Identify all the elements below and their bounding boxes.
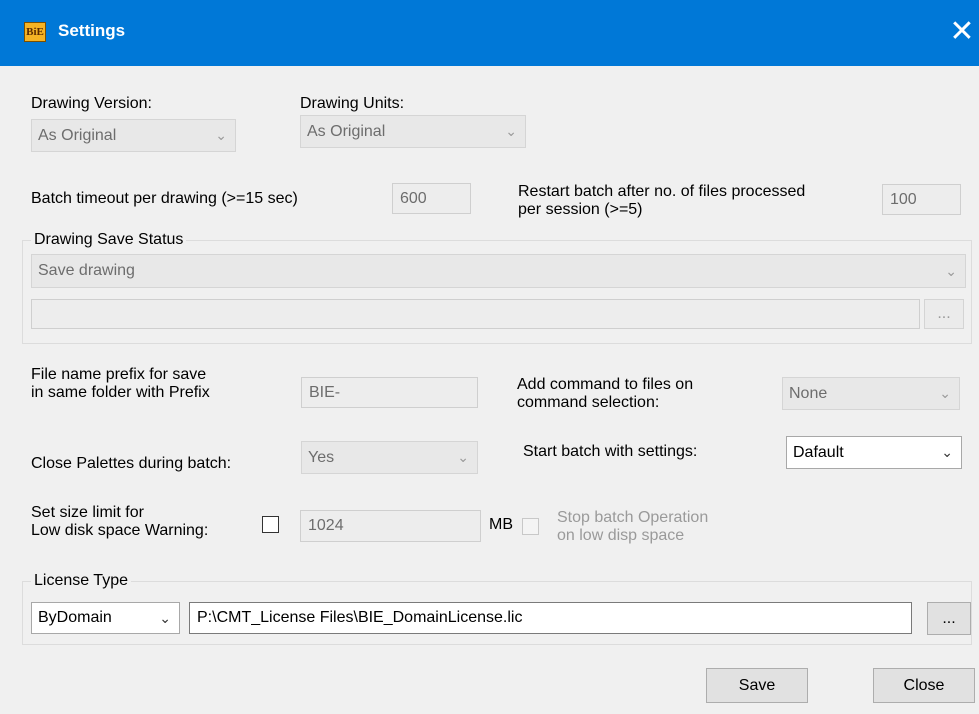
chevron-down-icon: ⌄ [457,449,469,465]
chevron-down-icon: ⌄ [941,444,953,460]
stop-batch-label: Stop batch Operation on low disp space [557,509,709,544]
chevron-down-icon: ⌄ [939,385,951,401]
chevron-down-icon: ⌄ [505,123,517,139]
save-status-select[interactable]: Save drawing ⌄ [31,254,966,288]
chevron-down-icon: ⌄ [215,127,227,143]
window-title: Settings [58,21,126,40]
save-status-legend: Drawing Save Status [31,231,187,249]
license-legend: License Type [31,572,131,590]
restart-batch-label: Restart batch after no. of files process… [518,183,806,218]
drawing-units-value: As Original [307,123,386,140]
drawing-units-select[interactable]: As Original ⌄ [300,115,526,148]
license-type-value: ByDomain [38,609,112,626]
drawing-version-value: As Original [38,127,117,144]
restart-batch-input[interactable]: 100 [882,184,961,215]
start-batch-value: Dafault [793,444,844,461]
start-batch-select[interactable]: Dafault ⌄ [786,436,962,469]
chevron-down-icon: ⌄ [945,263,957,279]
save-status-value: Save drawing [38,262,135,279]
close-icon[interactable]: ✕ [945,14,979,50]
close-palettes-label: Close Palettes during batch: [31,455,232,472]
size-limit-unit: MB [489,516,513,533]
license-browse-button[interactable]: ... [927,602,971,635]
add-command-label: Add command to files on command selectio… [517,376,694,411]
save-path-browse-button[interactable]: ... [924,299,964,329]
add-command-value: None [789,385,828,402]
prefix-label: File name prefix for save in same folder… [31,366,210,401]
drawing-version-label: Drawing Version: [31,95,152,112]
close-palettes-value: Yes [308,449,335,466]
size-limit-label: Set size limit for Low disk space Warnin… [31,504,209,539]
title-bar[interactable]: BiE Settings ✕ [0,0,979,66]
save-button[interactable]: Save [706,668,808,703]
batch-timeout-label: Batch timeout per drawing (>=15 sec) [31,190,298,207]
license-type-select[interactable]: ByDomain ⌄ [31,602,180,634]
chevron-down-icon: ⌄ [159,610,171,626]
save-path-input[interactable] [31,299,920,329]
close-button[interactable]: Close [873,668,975,703]
start-batch-label: Start batch with settings: [523,443,698,460]
size-limit-checkbox[interactable] [262,516,279,533]
drawing-version-select[interactable]: As Original ⌄ [31,119,236,152]
size-limit-input[interactable]: 1024 [300,510,481,542]
drawing-units-label: Drawing Units: [300,95,405,112]
add-command-select[interactable]: None ⌄ [782,377,960,410]
batch-timeout-input[interactable]: 600 [392,183,471,214]
prefix-input[interactable]: BIE- [301,377,478,408]
close-palettes-select[interactable]: Yes ⌄ [301,441,478,474]
stop-batch-checkbox[interactable] [522,518,539,535]
license-path-input[interactable]: P:\CMT_License Files\BIE_DomainLicense.l… [189,602,912,634]
bie-app-icon: BiE [24,22,46,42]
settings-window: BiE Settings ✕ Drawing Version: As Origi… [0,0,979,714]
